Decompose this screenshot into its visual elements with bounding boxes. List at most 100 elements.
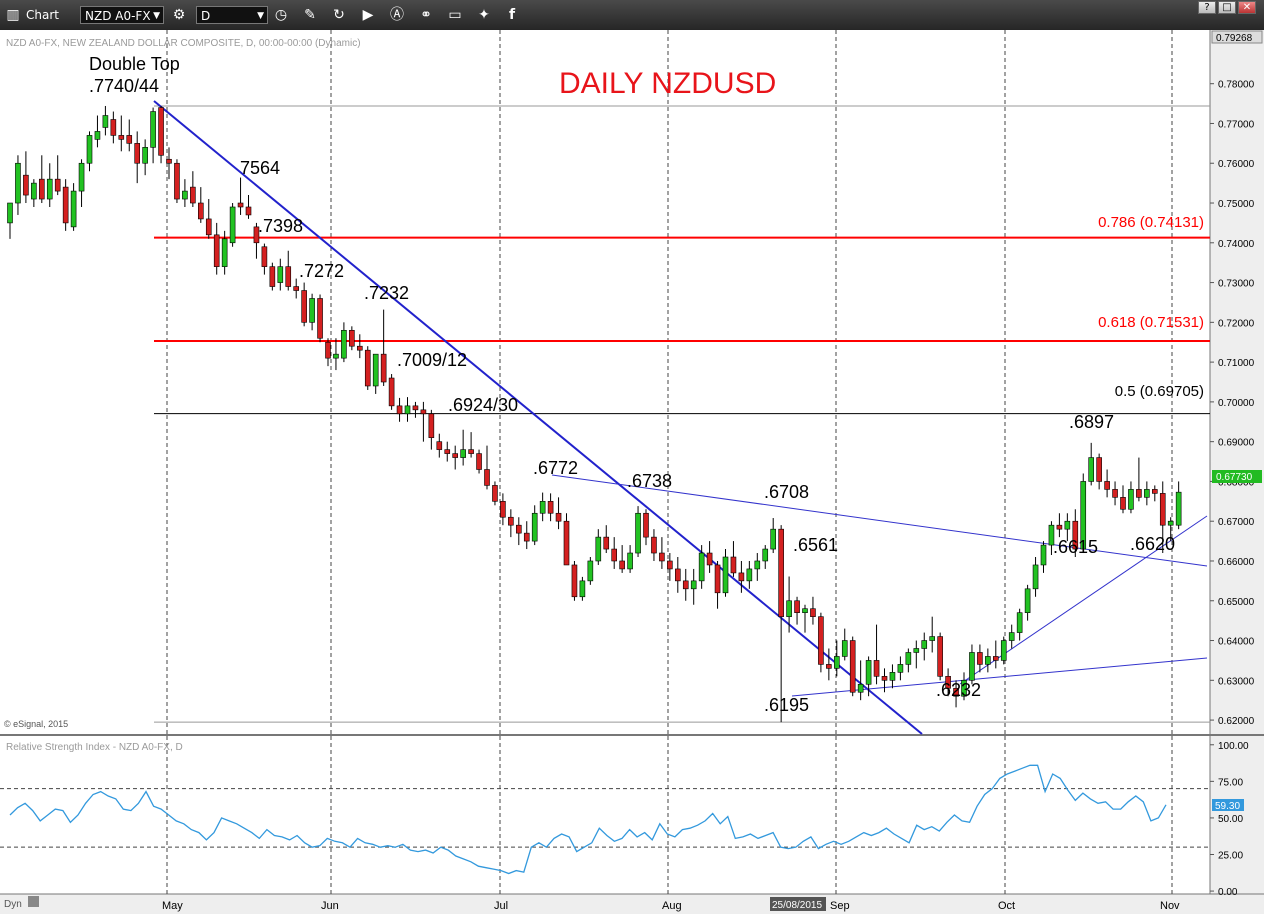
candle-body [667, 560, 673, 570]
candle-body [285, 266, 292, 287]
candle-body [810, 608, 816, 617]
candle-body [78, 162, 85, 192]
candle-body [659, 552, 665, 562]
rsi-tick-label: 75.00 [1218, 777, 1243, 788]
facebook-icon[interactable]: f [503, 6, 521, 24]
alert-icon[interactable]: Ⓐ [388, 6, 406, 24]
chart-subtitle: NZD A0-FX, NEW ZEALAND DOLLAR COMPOSITE,… [6, 38, 361, 49]
candle-body [1032, 564, 1039, 590]
maximize-button[interactable]: □ [1218, 1, 1236, 14]
candle-body [611, 548, 618, 562]
candle-body [595, 536, 602, 562]
chart-grid-icon[interactable]: ▥ [4, 6, 22, 24]
candle-body [1024, 588, 1031, 613]
comment-icon[interactable]: ▭ [446, 6, 464, 24]
chart-title: DAILY NZDUSD [559, 67, 776, 100]
settings-gear-icon[interactable]: ⚙ [170, 6, 188, 24]
candle-body [7, 202, 13, 224]
candle-body [460, 449, 466, 458]
scroll-handle-icon[interactable] [28, 896, 39, 907]
candle-body [770, 528, 777, 550]
candle-body [1000, 640, 1007, 661]
pencil-icon[interactable]: ✎ [301, 6, 319, 24]
candle-body [1016, 612, 1023, 633]
annotation-7009: .7009/12 [397, 350, 467, 370]
twitter-icon[interactable]: ✦ [475, 6, 493, 24]
candle-body [937, 636, 943, 677]
candle-body [1104, 481, 1110, 490]
candle-body [531, 512, 538, 542]
candle-body [476, 453, 482, 470]
candle-body [857, 683, 864, 693]
candle-body [38, 178, 45, 200]
symbol-input[interactable]: NZD A0-FX ▼ [80, 6, 164, 24]
candle-body [603, 536, 610, 550]
candle-body [786, 600, 792, 617]
candle-body [198, 202, 204, 220]
candle-body [643, 512, 649, 538]
candle-body [698, 552, 705, 582]
interval-value: D [201, 9, 211, 23]
candle-body [364, 349, 371, 387]
candle [174, 159, 180, 204]
candle-body [412, 405, 419, 411]
price-tick-label: 0.73000 [1218, 279, 1255, 290]
candle-body [706, 552, 713, 566]
candle-body [969, 652, 975, 681]
candle-body [182, 190, 188, 200]
price-tick-label: 0.70000 [1218, 398, 1255, 409]
candle-body [714, 564, 721, 594]
cursor-date-label: 25/08/2015 [772, 900, 822, 911]
price-tick-label: 0.63000 [1218, 676, 1255, 687]
help-button[interactable]: ? [1198, 1, 1216, 14]
candle [269, 262, 276, 291]
candle-body [62, 186, 69, 224]
play-icon[interactable]: ▶ [359, 6, 377, 24]
candle-body [245, 206, 252, 216]
annotation-6897: .6897 [1069, 412, 1114, 432]
candle [158, 105, 164, 164]
candle-body [794, 600, 800, 613]
candle-body [579, 580, 586, 598]
candle [388, 374, 395, 410]
link-icon[interactable]: ⚭ [417, 6, 435, 24]
annotation-double-top: Double Top [89, 54, 180, 74]
rsi-tick-label: 50.00 [1218, 814, 1243, 825]
candle-body [1167, 520, 1174, 526]
candle-body [985, 656, 991, 665]
close-button[interactable]: ✕ [1238, 1, 1256, 14]
candle-body [802, 608, 808, 613]
interval-select[interactable]: D ▼ [196, 6, 268, 24]
x-label-oct: Oct [998, 900, 1015, 912]
clock-icon[interactable]: ◷ [272, 6, 290, 24]
candle [818, 612, 824, 673]
price-tick-label: 0.74000 [1218, 239, 1255, 250]
candle-body [746, 568, 753, 582]
chart-canvas: 0.78000 0.77000 0.76000 0.75000 0.74000 0.730… [0, 30, 1264, 914]
rsi-pane [0, 736, 1210, 894]
candle-body [158, 107, 164, 156]
candle-body [309, 298, 315, 323]
candle-body [420, 409, 427, 415]
candle-body [15, 162, 21, 204]
price-tick-label: 0.62000 [1218, 716, 1255, 727]
x-label-jul: Jul [494, 900, 508, 912]
x-label-nov: Nov [1160, 900, 1180, 912]
candle [937, 632, 943, 681]
candle-body [833, 656, 840, 669]
candle [849, 636, 856, 697]
refresh-icon[interactable]: ↻ [330, 6, 348, 24]
candle-body [54, 178, 61, 192]
candle-body [1152, 489, 1158, 494]
candle-body [349, 329, 355, 347]
fib-786-label: 0.786 (0.74131) [1098, 214, 1204, 231]
candle-body [508, 516, 514, 526]
candle-body [150, 111, 156, 148]
candle-body [651, 536, 657, 554]
candle [563, 513, 570, 566]
candle-body [277, 266, 284, 283]
candle-body [587, 560, 594, 582]
candle-body [269, 266, 276, 287]
candle-body [1175, 491, 1182, 526]
candle-body [1128, 489, 1134, 510]
